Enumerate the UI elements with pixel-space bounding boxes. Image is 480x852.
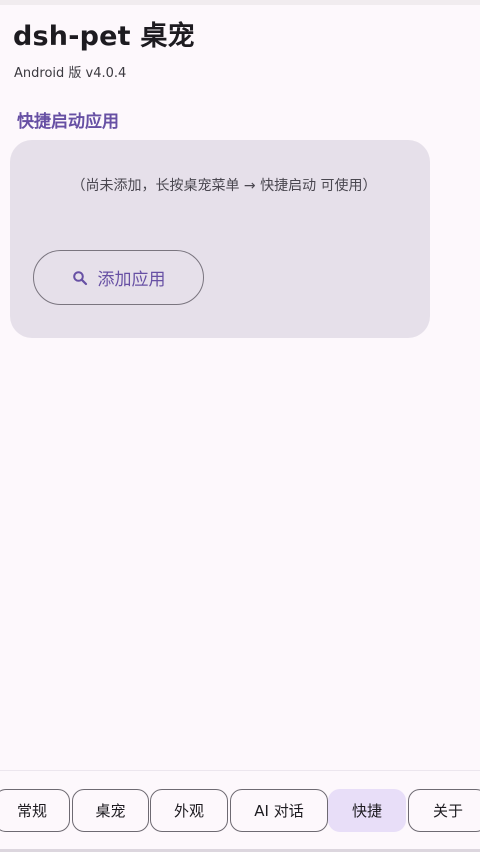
tab-bar: 常规 桌宠 外观 AI 对话 快捷 关于 xyxy=(0,771,480,852)
app-title: dsh-pet 桌宠 xyxy=(13,21,195,52)
add-app-label: 添加应用 xyxy=(97,270,166,290)
tab-general[interactable]: 常规 xyxy=(0,789,70,832)
tab-appearance[interactable]: 外观 xyxy=(150,789,228,832)
search-icon xyxy=(72,270,87,285)
section-title: 快捷启动应用 xyxy=(17,112,119,132)
tab-shortcuts[interactable]: 快捷 xyxy=(328,789,406,832)
add-app-button[interactable]: 添加应用 xyxy=(33,250,204,305)
status-strip xyxy=(0,0,480,5)
tab-pet[interactable]: 桌宠 xyxy=(72,789,149,832)
tab-about[interactable]: 关于 xyxy=(408,789,480,832)
shortcut-card: （尚未添加，长按桌宠菜单 → 快捷启动 可使用） 添加应用 xyxy=(10,140,430,338)
empty-hint: （尚未添加，长按桌宠菜单 → 快捷启动 可使用） xyxy=(71,178,377,194)
tab-ai-chat[interactable]: AI 对话 xyxy=(230,789,328,832)
app-version: Android 版 v4.0.4 xyxy=(14,66,127,81)
